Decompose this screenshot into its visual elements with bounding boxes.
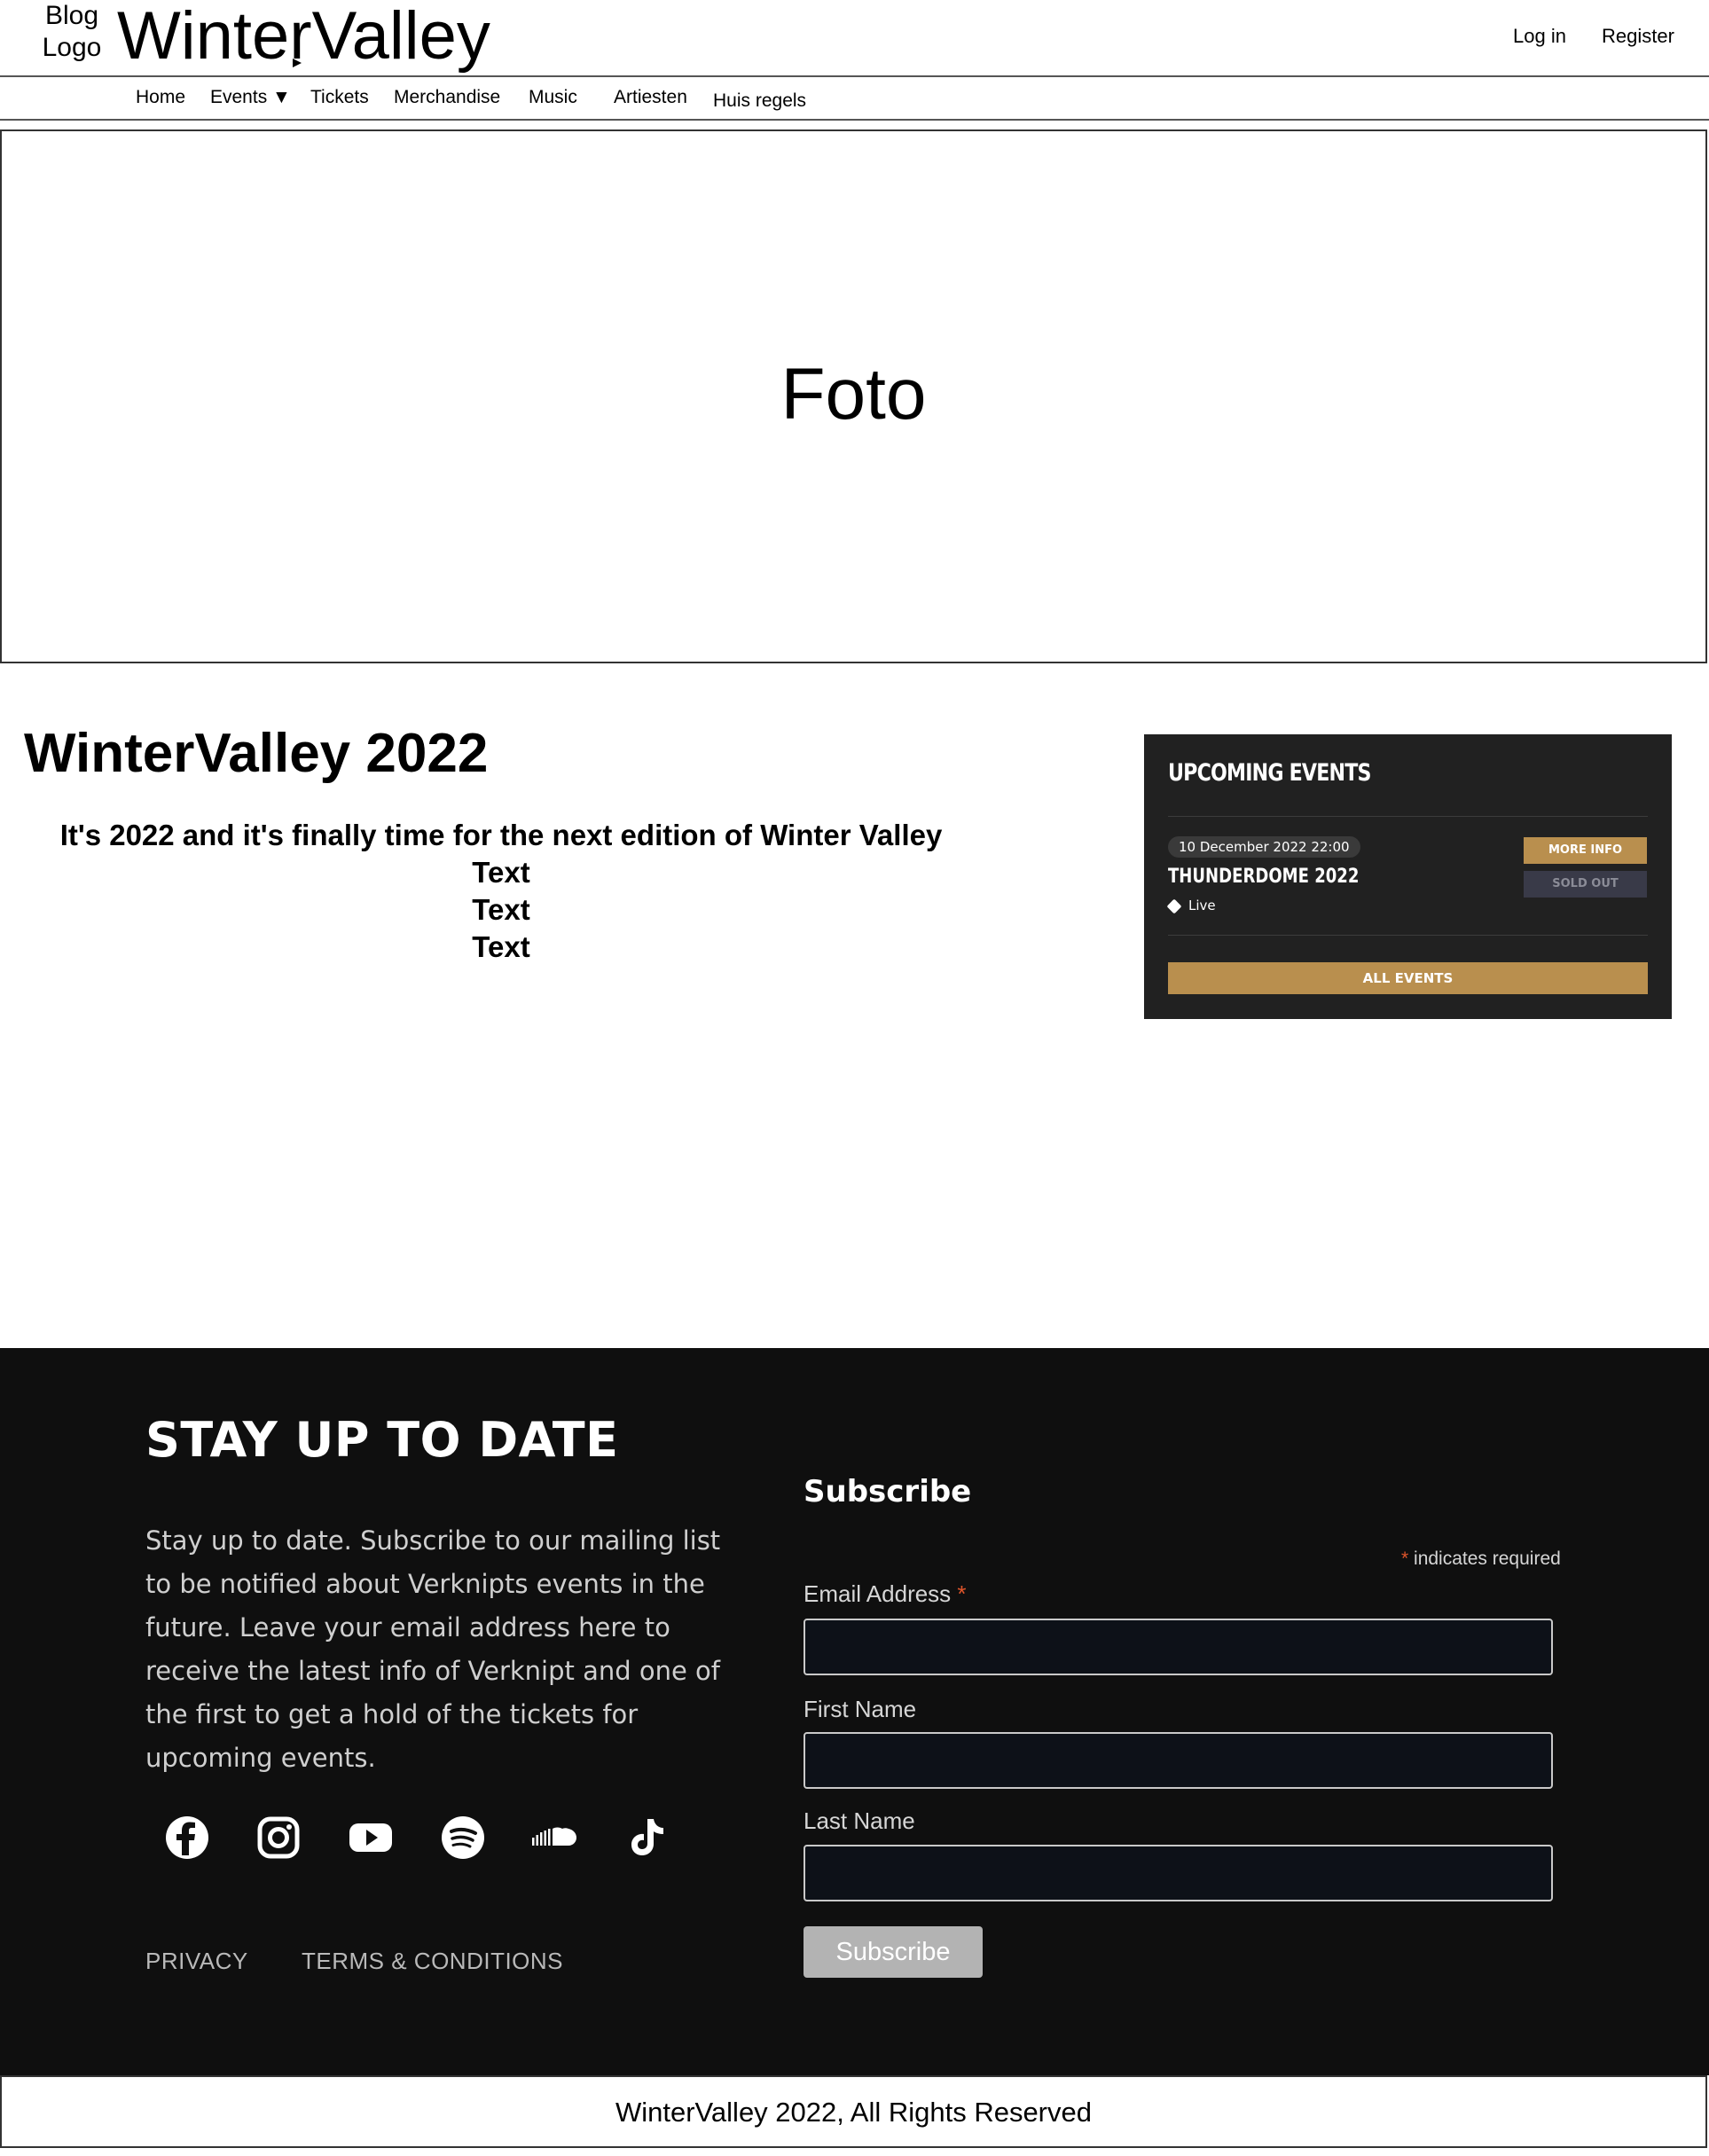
copyright-text: WinterValley 2022, All Rights Reserved [615, 2097, 1092, 2128]
intro-line: Text [472, 930, 530, 963]
first-name-label: First Name [804, 1696, 917, 1722]
required-note: * indicates required [1401, 1548, 1561, 1570]
intro-line: It's 2022 and it's finally time for the … [59, 819, 943, 851]
more-info-button[interactable]: MORE INFO [1524, 837, 1647, 864]
nav-item-home[interactable]: Home [136, 87, 185, 108]
nav-item-huis-regels[interactable]: Huis regels [713, 90, 806, 112]
all-events-button[interactable]: ALL EVENTS [1168, 962, 1648, 994]
copyright-bar: WinterValley 2022, All Rights Reserved [0, 2075, 1707, 2148]
stay-up-to-date-text: Stay up to date. Subscribe to our mailin… [145, 1525, 721, 1773]
soundcloud-icon[interactable] [529, 1811, 582, 1864]
intro-line: Text [472, 893, 530, 926]
sold-out-badge: SOLD OUT [1524, 871, 1647, 898]
widget-divider [1168, 816, 1648, 817]
email-label-text: Email Address [804, 1580, 952, 1607]
spotify-icon[interactable] [436, 1811, 490, 1864]
site-title[interactable]: WinterValley [117, 0, 490, 74]
required-note-text: indicates required [1414, 1548, 1561, 1569]
event-date-badge: 10 December 2022 22:00 [1168, 836, 1360, 858]
intro-text: It's 2022 and it's finally time for the … [18, 817, 984, 966]
hero-label: Foto [780, 354, 927, 435]
blog-logo[interactable]: Blog Logo [35, 0, 108, 64]
stay-up-to-date-title: STAY UP TO DATE [145, 1412, 619, 1468]
tiktok-icon[interactable] [620, 1811, 673, 1864]
terms-link[interactable]: TERMS & CONDITIONS [302, 1948, 563, 1975]
privacy-link[interactable]: PRIVACY [145, 1948, 248, 1975]
subscribe-button[interactable]: Subscribe [804, 1926, 983, 1978]
facebook-icon[interactable] [161, 1811, 214, 1864]
required-star: * [1401, 1548, 1409, 1569]
register-link[interactable]: Register [1602, 25, 1674, 48]
widget-divider [1168, 935, 1648, 936]
required-star: * [957, 1580, 967, 1607]
last-name-field[interactable] [804, 1845, 1553, 1901]
nav-item-music[interactable]: Music [529, 87, 577, 108]
live-icon [1166, 898, 1182, 913]
hero-photo-placeholder: Foto [0, 129, 1707, 663]
instagram-icon[interactable] [252, 1811, 305, 1864]
subscribe-title: Subscribe [804, 1474, 972, 1509]
nav-item-tickets[interactable]: Tickets [310, 87, 369, 108]
upcoming-events-widget: UPCOMING EVENTS 10 December 2022 22:00 T… [1144, 734, 1672, 1019]
login-link[interactable]: Log in [1513, 25, 1566, 48]
page-title: WinterValley 2022 [24, 723, 489, 784]
first-name-field[interactable] [804, 1732, 1553, 1789]
email-label: Email Address * [804, 1580, 967, 1608]
event-status-label: Live [1188, 898, 1216, 913]
youtube-icon[interactable] [344, 1811, 397, 1864]
nav-item-merchandise[interactable]: Merchandise [394, 87, 500, 108]
nav-divider-top [0, 75, 1709, 77]
footer: STAY UP TO DATE Stay up to date. Subscri… [0, 1348, 1709, 2075]
nav-item-artiesten[interactable]: Artiesten [614, 87, 687, 108]
event-status: Live [1166, 898, 1216, 913]
email-field[interactable] [804, 1619, 1553, 1675]
last-name-label: Last Name [804, 1807, 915, 1834]
nav-item-events[interactable]: Events ▼ [210, 87, 291, 108]
intro-line: Text [472, 856, 530, 889]
widget-title: UPCOMING EVENTS [1168, 759, 1371, 787]
mouse-cursor-icon [293, 59, 302, 67]
nav-divider-bottom [0, 119, 1709, 121]
event-name[interactable]: THUNDERDOME 2022 [1168, 866, 1359, 888]
